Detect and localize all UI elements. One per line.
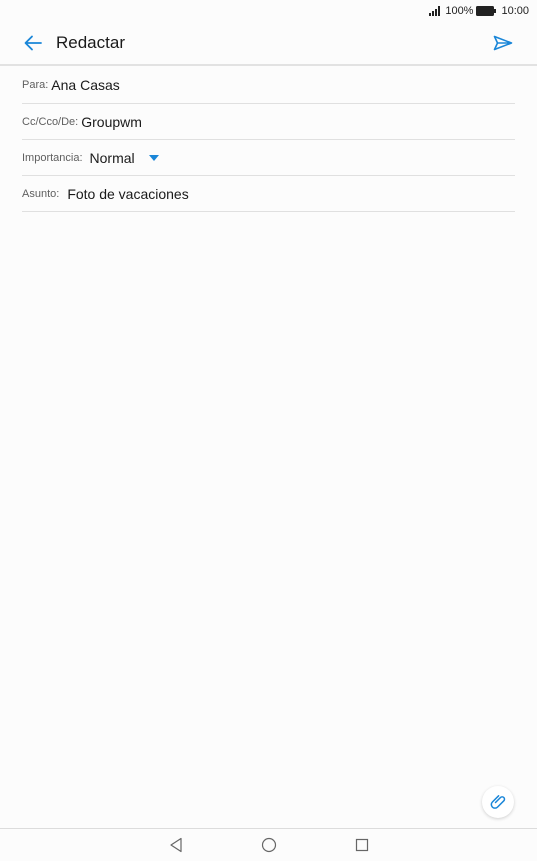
page-title: Redactar bbox=[56, 33, 125, 52]
nav-recent-button[interactable] bbox=[353, 836, 371, 854]
importance-field[interactable]: Importancia: Normal bbox=[22, 140, 515, 176]
status-bar: 100% 10:00 bbox=[0, 0, 537, 22]
to-label: Para: bbox=[22, 78, 49, 91]
importance-label: Importancia: bbox=[22, 151, 83, 164]
back-button[interactable] bbox=[17, 27, 49, 59]
send-icon bbox=[493, 35, 513, 51]
navigation-bar bbox=[0, 828, 537, 861]
subject-value[interactable]: Foto de vacaciones bbox=[67, 186, 188, 202]
to-value[interactable]: Ana Casas bbox=[51, 77, 119, 93]
app-bar: Redactar bbox=[0, 22, 537, 66]
signal-icon bbox=[429, 6, 441, 16]
to-field[interactable]: Para: Ana Casas bbox=[22, 66, 515, 104]
cc-field[interactable]: Cc/Cco/De: Groupwm bbox=[22, 104, 515, 140]
nav-home-button[interactable] bbox=[260, 836, 278, 854]
back-arrow-icon bbox=[24, 35, 42, 51]
importance-value[interactable]: Normal bbox=[90, 150, 135, 166]
compose-form: Para: Ana Casas Cc/Cco/De: Groupwm Impor… bbox=[22, 66, 515, 212]
cc-label: Cc/Cco/De: bbox=[22, 115, 79, 128]
nav-back-icon bbox=[170, 837, 182, 853]
nav-home-icon bbox=[261, 837, 277, 853]
attach-button[interactable] bbox=[482, 786, 514, 818]
status-time: 10:00 bbox=[501, 5, 529, 17]
paperclip-icon bbox=[490, 795, 506, 809]
battery-icon bbox=[476, 6, 497, 16]
nav-recent-icon bbox=[355, 838, 369, 852]
chevron-down-icon[interactable] bbox=[148, 154, 159, 161]
battery-percent: 100% bbox=[445, 5, 474, 17]
subject-label: Asunto: bbox=[22, 187, 60, 200]
message-body[interactable] bbox=[22, 212, 515, 772]
send-button[interactable] bbox=[487, 27, 519, 59]
cc-value[interactable]: Groupwm bbox=[81, 114, 142, 130]
subject-field[interactable]: Asunto: Foto de vacaciones bbox=[22, 176, 515, 212]
nav-back-button[interactable] bbox=[167, 836, 185, 854]
